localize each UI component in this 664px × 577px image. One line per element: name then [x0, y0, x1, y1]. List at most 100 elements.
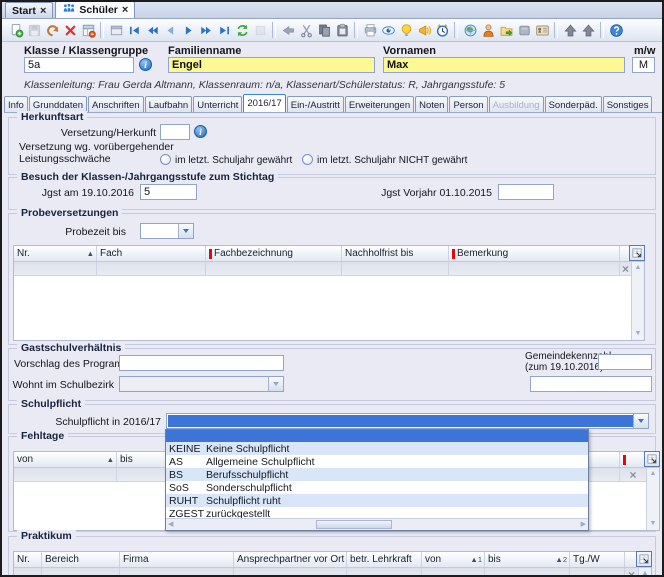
dropdown-option-as[interactable]: AS Allgemeine Schulpflicht	[166, 455, 588, 468]
tab-laufbahn[interactable]: Laufbahn	[144, 96, 193, 112]
radio-nicht-gewaehrt[interactable]	[302, 154, 313, 165]
new-record-icon[interactable]	[7, 21, 25, 39]
info-icon[interactable]: i	[194, 125, 207, 138]
schulpflicht-combobox[interactable]	[166, 413, 649, 429]
copy-icon[interactable]	[315, 21, 333, 39]
stop-icon[interactable]	[251, 21, 269, 39]
column-header[interactable]: Bemerkung	[449, 246, 620, 261]
horizontal-scrollbar[interactable]: ◀ ▶	[166, 518, 588, 530]
column-header[interactable]: Firma	[120, 552, 234, 567]
back-icon[interactable]	[279, 21, 297, 39]
filter-cell[interactable]	[422, 568, 485, 575]
fast-next-icon[interactable]	[197, 21, 215, 39]
prev-icon[interactable]	[161, 21, 179, 39]
versetzung-herkunft-input[interactable]	[160, 124, 190, 140]
vertical-scrollbar[interactable]: ▲	[638, 568, 651, 575]
filter-cell[interactable]	[14, 468, 117, 481]
dropdown-button[interactable]	[178, 224, 193, 238]
cut-icon[interactable]	[297, 21, 315, 39]
hint-icon[interactable]	[397, 21, 415, 39]
column-header[interactable]: Nachholfrist bis	[342, 246, 449, 261]
dropdown-button[interactable]	[268, 377, 283, 391]
tab-ausbildung[interactable]: Ausbildung	[488, 96, 544, 112]
filter-cell[interactable]	[342, 262, 449, 275]
column-header[interactable]: Bereich	[42, 552, 120, 567]
filter-cell[interactable]	[570, 568, 625, 575]
filter-cell[interactable]	[449, 262, 620, 275]
scroll-left-icon[interactable]: ◀	[168, 521, 173, 529]
filter-cell[interactable]	[14, 568, 42, 575]
scroll-up-icon[interactable]: ▲	[635, 264, 642, 272]
web-icon[interactable]	[461, 21, 479, 39]
filter-cell[interactable]	[14, 262, 97, 275]
filter-cell[interactable]	[97, 262, 206, 275]
first-icon[interactable]	[125, 21, 143, 39]
filter-cell[interactable]	[42, 568, 120, 575]
filter-cell[interactable]	[120, 568, 234, 575]
doc-tab-start[interactable]: Start ×	[5, 2, 54, 18]
table-options-button[interactable]	[644, 451, 660, 467]
dropdown-option-selected-empty[interactable]	[166, 430, 588, 442]
filter-cell[interactable]	[485, 568, 570, 575]
dropdown-option-sos[interactable]: SoS Sonderschulpflicht	[166, 481, 588, 494]
familienname-input[interactable]	[168, 57, 375, 73]
tab-erweiterungen[interactable]: Erweiterungen	[344, 96, 415, 112]
klasse-input[interactable]	[24, 57, 134, 73]
filter-cell[interactable]	[206, 262, 342, 275]
refresh-icon[interactable]	[233, 21, 251, 39]
last-icon[interactable]	[215, 21, 233, 39]
radio-gewaehrt[interactable]	[160, 154, 171, 165]
edit-form-icon[interactable]	[79, 21, 97, 39]
help-icon[interactable]	[607, 21, 625, 39]
fast-prev-icon[interactable]	[143, 21, 161, 39]
tab-sonstiges[interactable]: Sonstiges	[602, 96, 653, 112]
column-header[interactable]: Ansprechpartner vor Ort	[234, 552, 347, 567]
window-icon[interactable]	[107, 21, 125, 39]
clear-filter-icon[interactable]: ×	[622, 263, 629, 275]
tab-anschriften[interactable]: Anschriften	[88, 96, 144, 112]
dropdown-button[interactable]	[633, 414, 648, 428]
shift-up-icon[interactable]	[561, 21, 579, 39]
close-tab-icon[interactable]: ×	[40, 5, 46, 16]
preview-icon[interactable]	[379, 21, 397, 39]
id-card-icon[interactable]	[533, 21, 551, 39]
tab-sonderp-d-[interactable]: Sonderpäd.	[544, 96, 602, 112]
person-icon[interactable]	[479, 21, 497, 39]
clear-filter-icon[interactable]: ×	[629, 469, 636, 481]
close-tab-icon[interactable]: ×	[122, 5, 128, 16]
clear-filter-icon[interactable]: ×	[628, 569, 635, 576]
vertical-scrollbar[interactable]: ▲ ▼	[631, 262, 644, 340]
clock-icon[interactable]	[433, 21, 451, 39]
column-header[interactable]: Fach	[97, 246, 206, 261]
next-icon[interactable]	[179, 21, 197, 39]
info-icon[interactable]: i	[139, 58, 152, 71]
column-header[interactable]: von ▲1	[422, 552, 485, 567]
column-header[interactable]: bis ▲2	[485, 552, 570, 567]
column-header[interactable]: Tg./W	[570, 552, 625, 567]
column-header[interactable]: betr. Lehrkraft	[347, 552, 422, 567]
mw-input[interactable]	[632, 57, 655, 73]
schulbezirk-combobox[interactable]	[119, 376, 284, 392]
column-header[interactable]: Nr. ▲	[14, 246, 97, 261]
delete-icon[interactable]	[61, 21, 79, 39]
dropdown-option-bs[interactable]: BS Berufsschulpflicht	[166, 468, 588, 481]
table-options-button[interactable]	[629, 245, 645, 261]
shift-up-icon[interactable]	[579, 21, 597, 39]
archive-icon[interactable]	[515, 21, 533, 39]
filter-cell[interactable]	[234, 568, 347, 575]
vertical-scrollbar[interactable]: ▲ ▼	[646, 468, 659, 530]
scroll-up-icon[interactable]: ▲	[642, 570, 649, 575]
scroll-right-icon[interactable]: ▶	[581, 521, 586, 529]
jgst-input[interactable]	[140, 184, 197, 200]
notify-icon[interactable]	[415, 21, 433, 39]
dropdown-option-keine[interactable]: KEINE Keine Schulpflicht	[166, 442, 588, 455]
tab-ein-austritt[interactable]: Ein-/Austritt	[286, 96, 344, 112]
scroll-down-icon[interactable]: ▼	[635, 330, 642, 338]
vornamen-input[interactable]	[383, 57, 625, 73]
gemeinde-zusatz-input[interactable]	[530, 376, 652, 392]
export-folder-icon[interactable]	[497, 21, 515, 39]
paste-icon[interactable]	[333, 21, 351, 39]
gemeindekennzahl-input[interactable]	[598, 354, 652, 370]
column-header[interactable]: von ▲	[14, 452, 117, 467]
table-options-button[interactable]	[636, 551, 652, 567]
